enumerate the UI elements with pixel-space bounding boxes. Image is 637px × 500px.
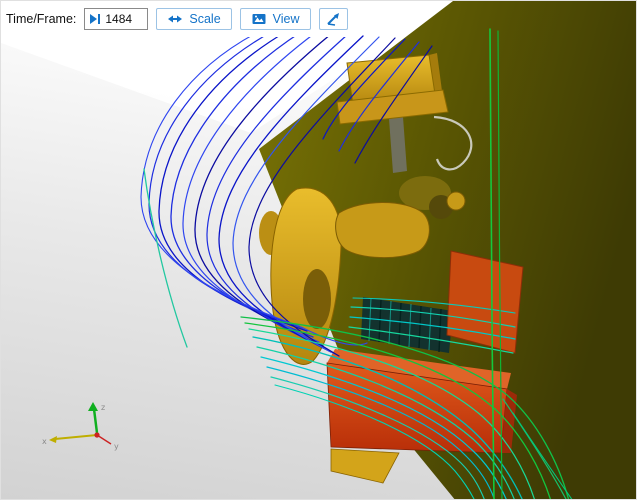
toolbar: Time/Frame: Scale View bbox=[1, 1, 356, 37]
orange-panel bbox=[447, 251, 523, 353]
axis-origin bbox=[94, 432, 99, 437]
axes-tool-icon bbox=[326, 12, 341, 27]
step-forward-icon[interactable] bbox=[89, 12, 102, 26]
y-axis-label: y bbox=[114, 442, 119, 451]
time-frame-label: Time/Frame: bbox=[6, 12, 76, 26]
viewport-3d[interactable]: x z y bbox=[1, 1, 636, 499]
frame-field bbox=[84, 8, 148, 30]
x-axis-label: x bbox=[42, 437, 47, 446]
view-button[interactable]: View bbox=[240, 8, 311, 30]
scene-canvas: x z y bbox=[1, 1, 637, 500]
fender-hollow bbox=[303, 269, 331, 329]
measure-tool-button[interactable] bbox=[319, 8, 348, 30]
scale-button[interactable]: Scale bbox=[156, 8, 231, 30]
z-axis-label: z bbox=[101, 403, 105, 412]
view-button-label: View bbox=[273, 12, 300, 26]
frame-input[interactable] bbox=[105, 12, 143, 26]
scale-button-label: Scale bbox=[189, 12, 220, 26]
muffler bbox=[336, 203, 430, 258]
scale-arrows-icon bbox=[167, 11, 183, 27]
cfd-postprocessor-window: x z y Time/Frame: Scale bbox=[0, 0, 637, 500]
engine-knob bbox=[447, 192, 465, 210]
view-image-icon bbox=[251, 11, 267, 27]
